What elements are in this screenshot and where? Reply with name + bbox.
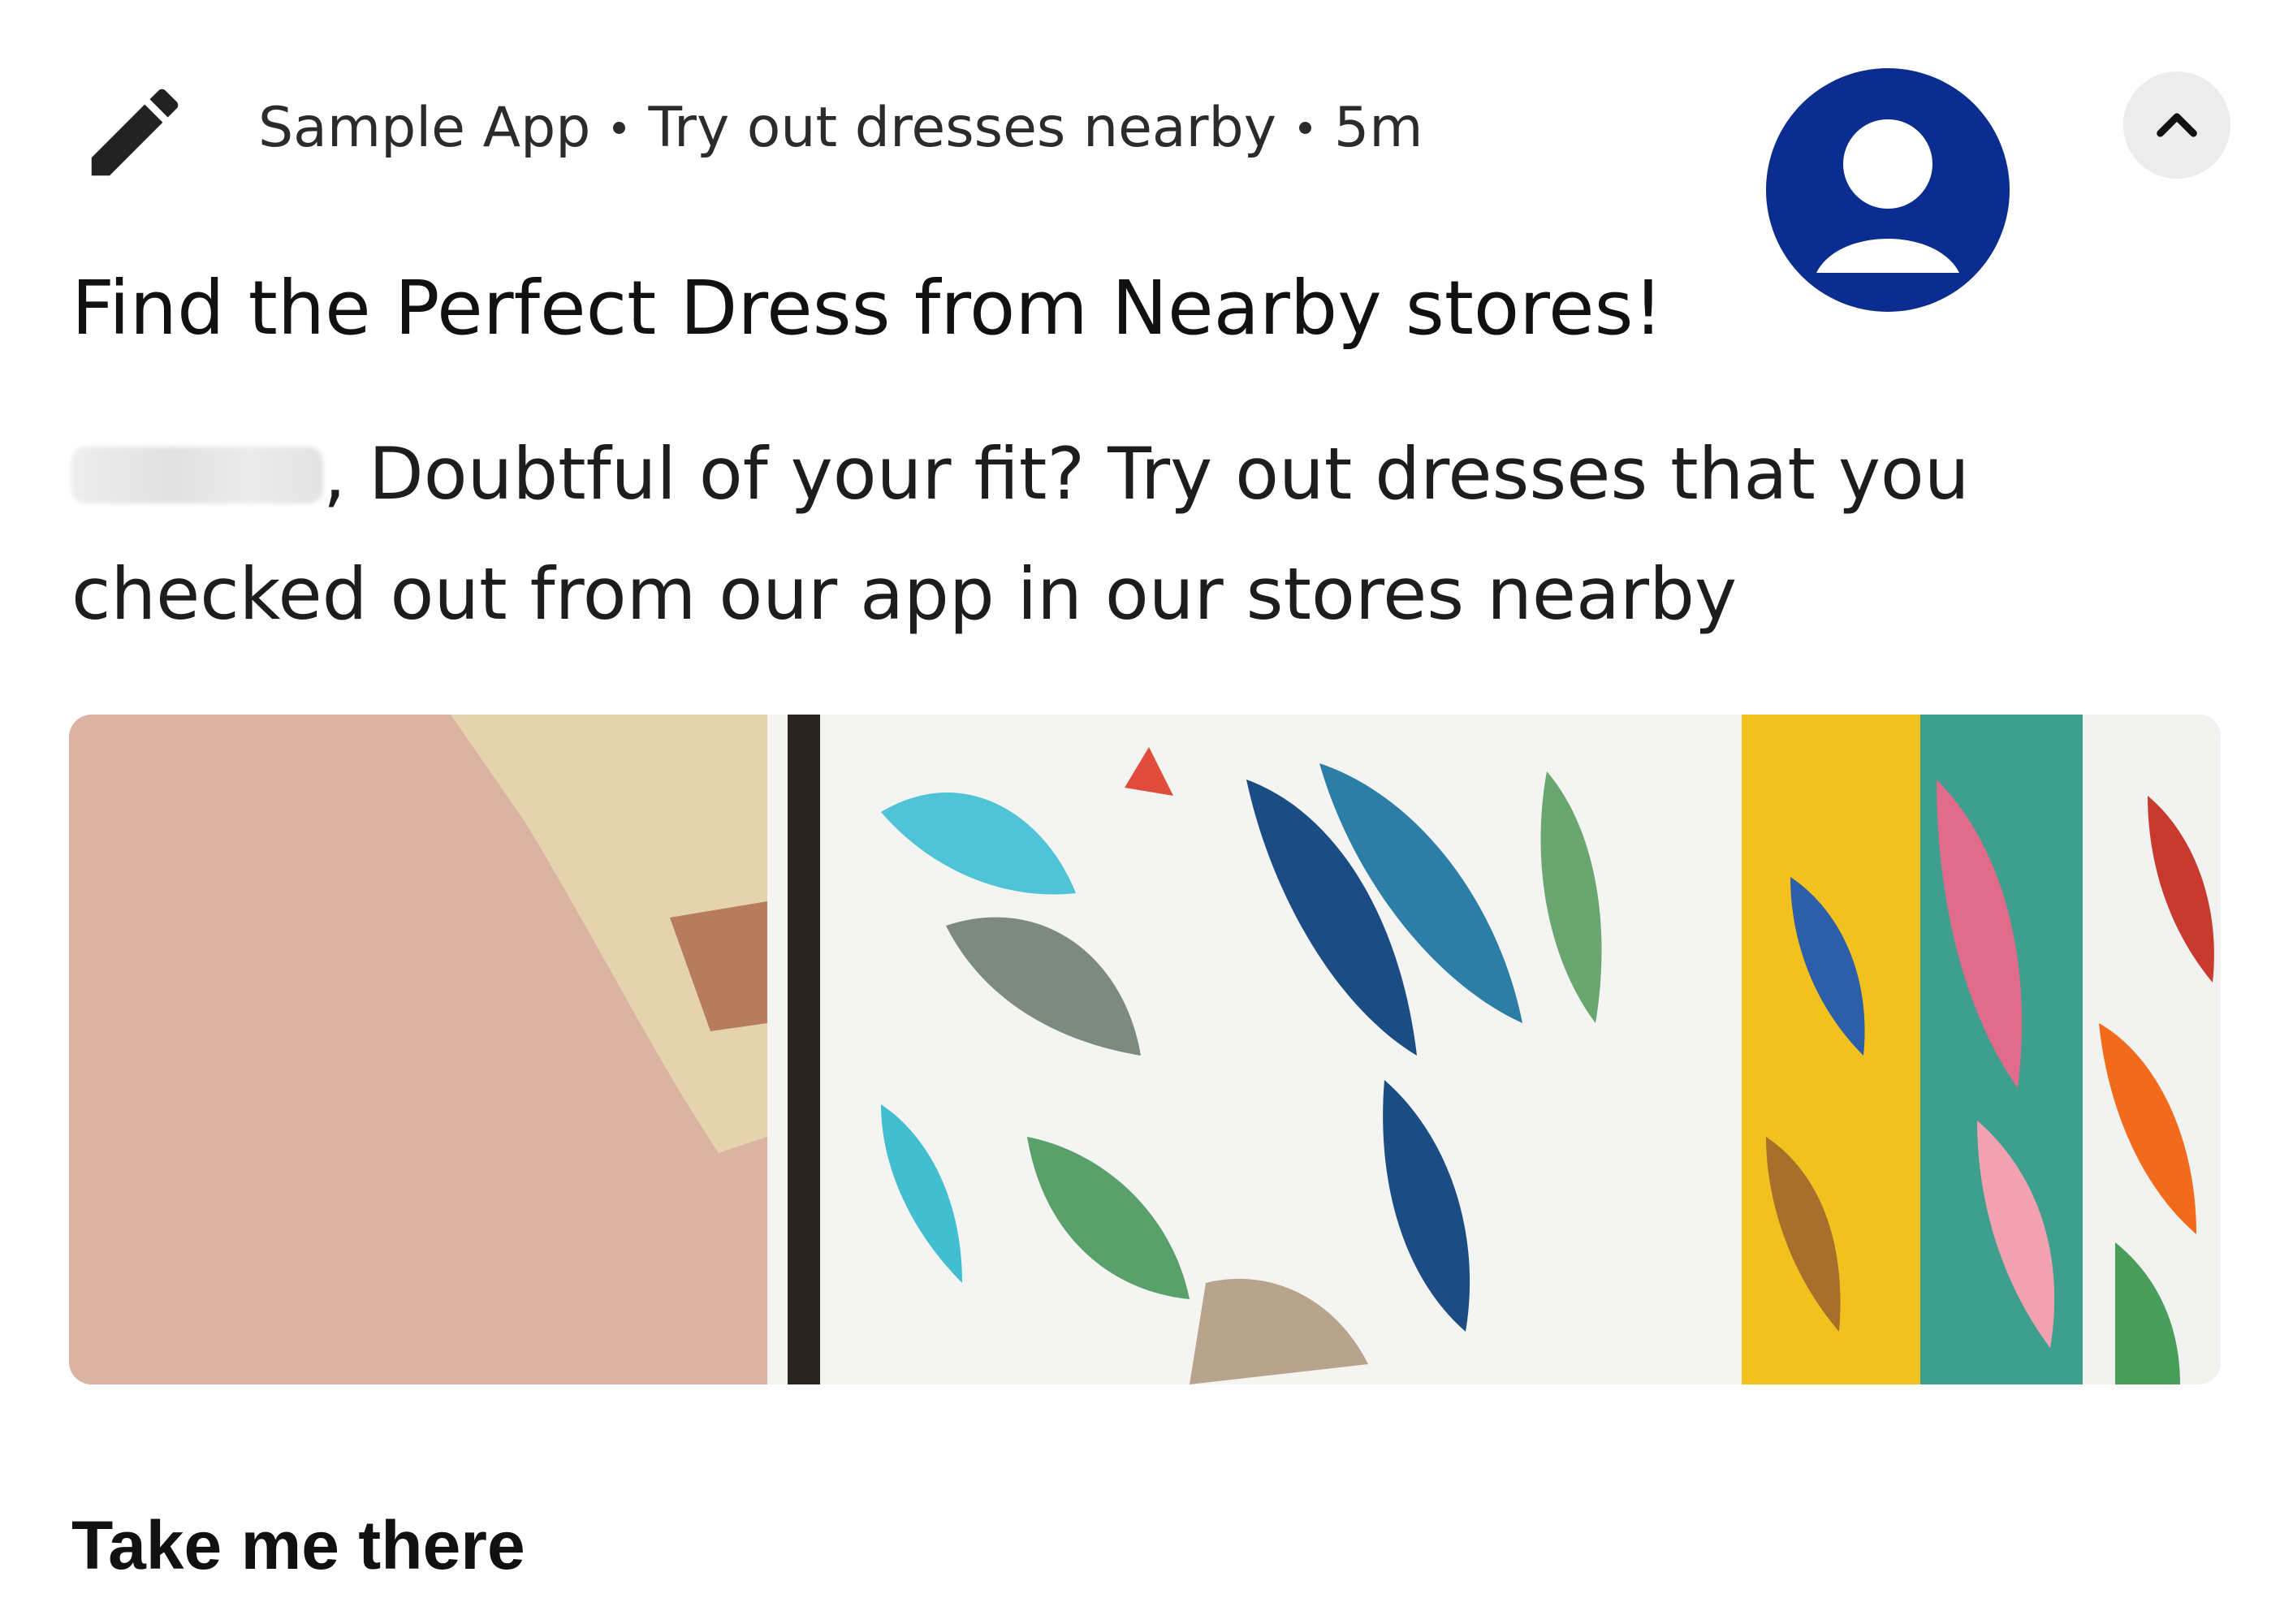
timestamp: 5m (1333, 95, 1423, 160)
notification-header: Sample App Try out dresses nearby 5m (258, 91, 1423, 164)
app-name: Sample App (258, 95, 591, 160)
separator-dot (1298, 121, 1311, 134)
chevron-up-icon (2157, 113, 2197, 137)
message-text: , Doubtful of your fit? Try out dresses … (71, 432, 1970, 636)
take-me-there-button[interactable]: Take me there (71, 1506, 525, 1585)
collapse-button[interactable] (2123, 71, 2230, 179)
pencil-icon (77, 75, 192, 190)
separator-dot (613, 121, 626, 134)
notification-message: , Doubtful of your fit? Try out dresses … (71, 414, 2020, 654)
notification-title: Find the Perfect Dress from Nearby store… (71, 265, 1664, 352)
notification-card[interactable]: Sample App Try out dresses nearby 5m Fin… (0, 0, 2280, 1624)
user-avatar-icon (1766, 68, 2010, 312)
channel-name: Try out dresses nearby (648, 95, 1276, 160)
hero-image (69, 715, 2221, 1384)
blurred-user-name (71, 447, 323, 503)
